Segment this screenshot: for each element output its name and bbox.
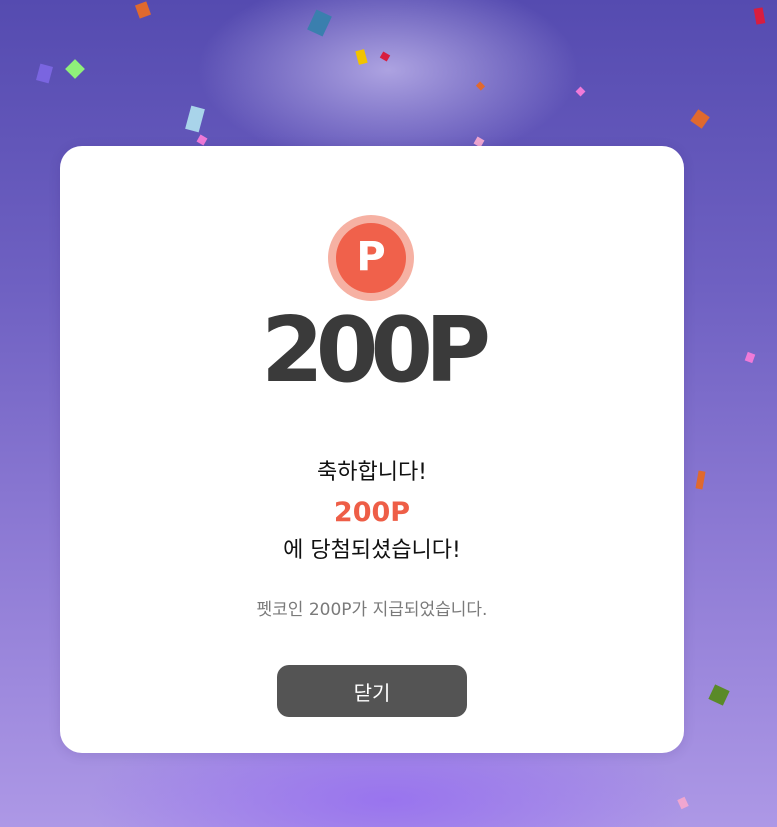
close-button[interactable]: 닫기 — [277, 665, 467, 717]
confetti-piece — [196, 134, 208, 146]
confetti-piece — [185, 105, 205, 133]
confetti-piece — [708, 684, 730, 706]
confetti-piece — [134, 1, 152, 19]
coin-letter: P — [356, 234, 386, 280]
confetti-piece — [475, 81, 486, 91]
won-text: 에 당첨되셨습니다! — [283, 538, 461, 563]
confetti-piece — [379, 51, 391, 62]
prize-dialog: P 200P 축하합니다! 200P 에 당첨되셨습니다! 펫코인 200P가 … — [60, 146, 684, 753]
congrats-text: 축하합니다! — [316, 460, 428, 485]
confetti-piece — [355, 49, 368, 65]
point-coin-icon: P — [328, 215, 414, 301]
confetti-piece — [36, 63, 53, 84]
prize-amount-text: 200P — [333, 497, 411, 528]
confetti-piece — [744, 351, 756, 364]
confetti-piece — [307, 9, 332, 37]
payment-notice: 펫코인 200P가 지급되었습니다. — [256, 600, 488, 620]
confetti-piece — [753, 7, 766, 25]
prize-amount-heading: 200P — [261, 298, 491, 403]
confetti-piece — [695, 470, 706, 490]
confetti-piece — [65, 59, 85, 79]
confetti-piece — [575, 86, 586, 97]
confetti-piece — [690, 109, 710, 129]
confetti-piece — [677, 796, 689, 810]
